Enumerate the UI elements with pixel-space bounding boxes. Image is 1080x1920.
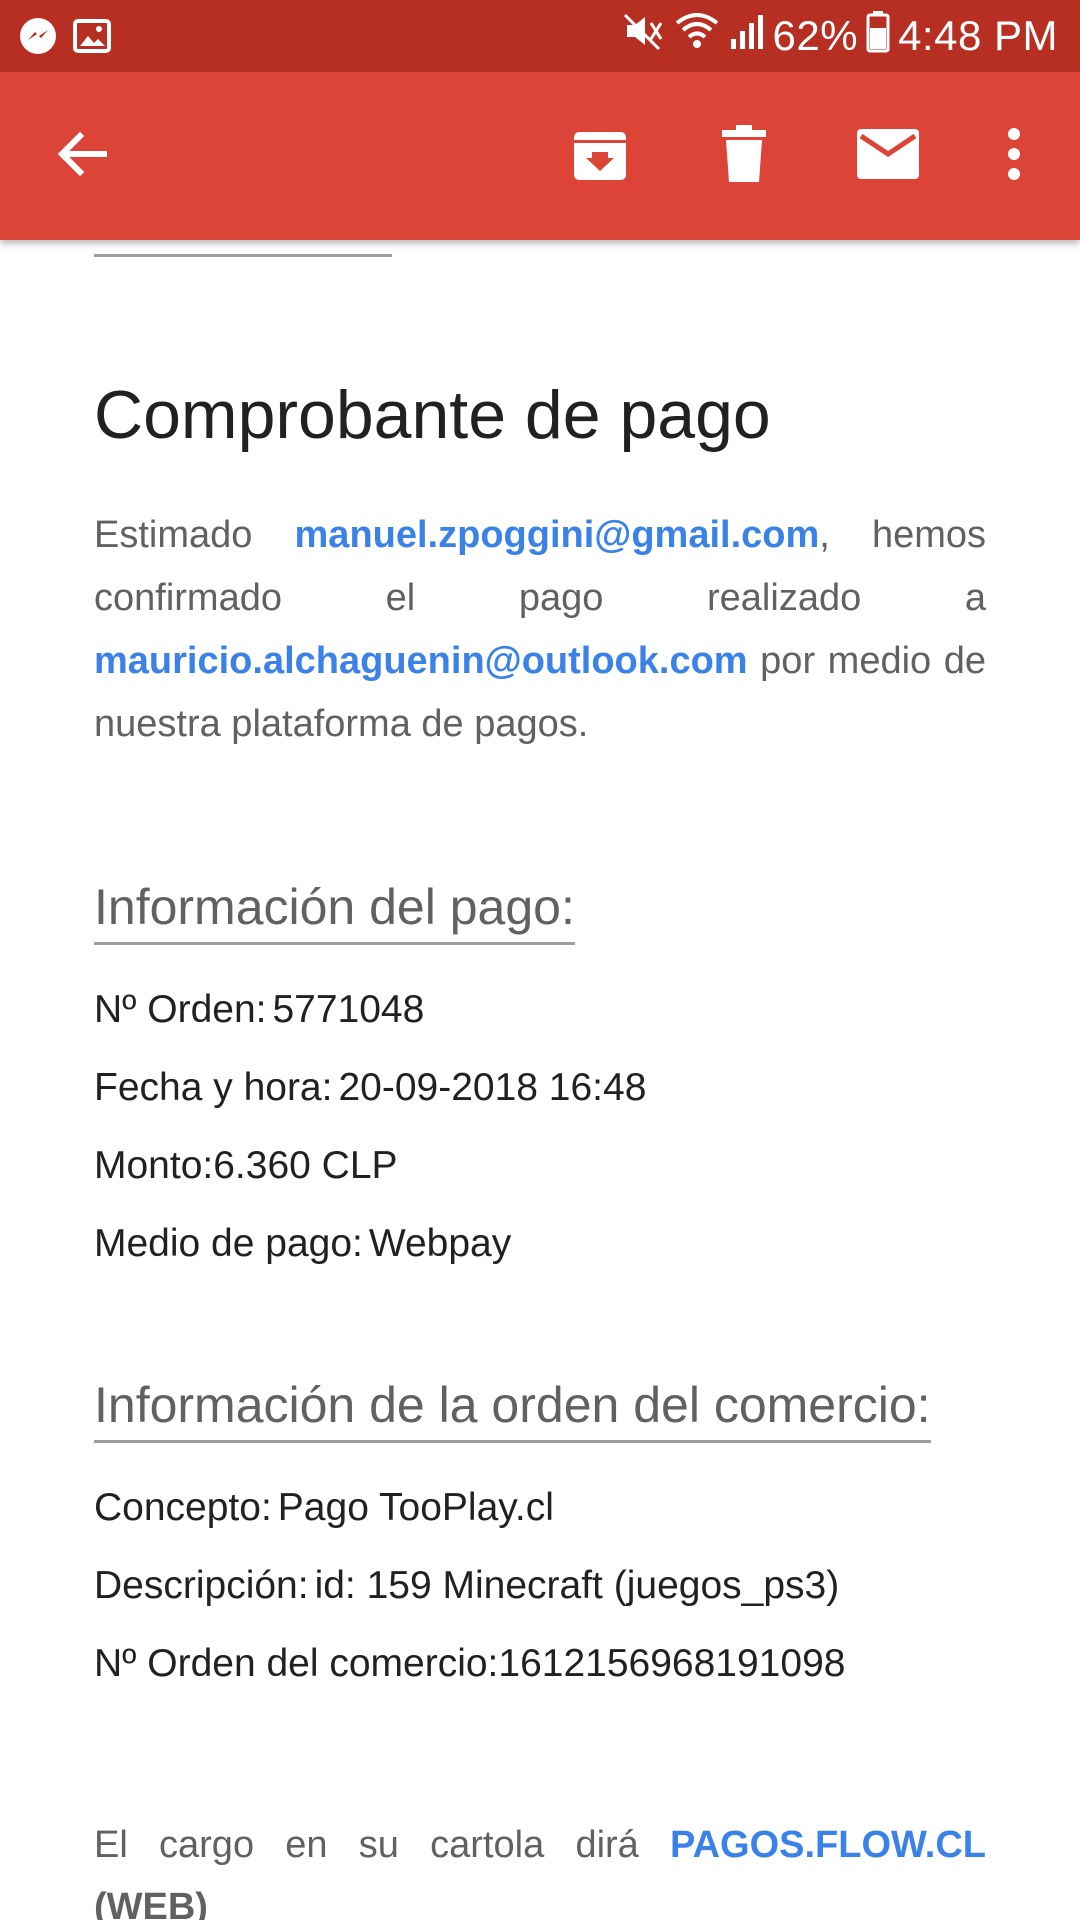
delete-icon [718, 124, 770, 189]
mark-unread-icon [856, 128, 920, 185]
row-value: id: 159 Minecraft (juegos_ps3) [314, 1564, 840, 1607]
back-button[interactable] [40, 114, 124, 198]
charge-text: El cargo en su cartola dirá [94, 1824, 639, 1866]
row-label: Monto: [94, 1144, 214, 1187]
payer-email-link[interactable]: manuel.zpoggini@gmail.com [295, 514, 820, 556]
archive-button[interactable] [558, 114, 642, 198]
row-label: Fecha y hora: [94, 1066, 333, 1109]
wifi-icon [673, 9, 721, 63]
payment-row-order: Nº Orden: 5771048 [94, 988, 424, 1032]
row-value: 5771048 [272, 988, 425, 1031]
recipient-email-link[interactable]: mauricio.alchaguenin@outlook.com [94, 640, 748, 682]
delete-button[interactable] [702, 114, 786, 198]
back-arrow-icon [54, 126, 110, 187]
mark-unread-button[interactable] [846, 114, 930, 198]
row-value: Pago TooPlay.cl [277, 1486, 554, 1529]
charge-note: El cargo en su cartola dirá PAGOS.FLOW.C… [94, 1814, 986, 1920]
payment-info-heading: Información del pago: [94, 878, 575, 945]
payment-row-amount: Monto:6.360 CLP [94, 1144, 398, 1188]
row-label: Descripción: [94, 1564, 309, 1607]
archive-icon [570, 124, 630, 189]
header-divider [94, 254, 392, 257]
charge-suffix: (WEB) [94, 1886, 208, 1920]
email-title: Comprobante de pago [94, 377, 771, 453]
row-value: 1612156968191098 [498, 1642, 846, 1685]
merchant-info-heading: Información de la orden del comercio: [94, 1376, 931, 1443]
merchant-row-order: Nº Orden del comercio:1612156968191098 [94, 1642, 845, 1686]
app-bar [0, 72, 1080, 240]
status-right-icons: 62% 4:48 PM [621, 10, 1058, 62]
messenger-icon [18, 16, 58, 61]
row-label: Nº Orden del comercio: [94, 1642, 499, 1685]
intro-text-1: Estimado [94, 514, 253, 556]
status-left-icons [18, 16, 112, 61]
merchant-row-concept: Concepto: Pago TooPlay.cl [94, 1486, 554, 1530]
battery-icon [866, 9, 890, 63]
row-value: 20-09-2018 16:48 [338, 1066, 647, 1109]
payment-row-method: Medio de pago: Webpay [94, 1222, 511, 1266]
row-value: 6.360 CLP [213, 1144, 398, 1187]
gallery-icon [72, 16, 112, 61]
row-label: Medio de pago: [94, 1222, 363, 1265]
row-label: Concepto: [94, 1486, 272, 1529]
row-value: Webpay [368, 1222, 512, 1265]
row-label: Nº Orden: [94, 988, 267, 1031]
more-options-button[interactable] [972, 114, 1056, 198]
signal-icon [729, 9, 765, 63]
merchant-row-description: Descripción: id: 159 Minecraft (juegos_ps… [94, 1564, 839, 1608]
email-body: Comprobante de pago Estimado manuel.zpog… [0, 240, 1080, 1920]
intro-paragraph: Estimado manuel.zpoggini@gmail.com, hemo… [94, 504, 986, 756]
status-time: 4:48 PM [898, 12, 1058, 59]
mute-icon [621, 9, 665, 63]
charge-link[interactable]: PAGOS.FLOW.CL [670, 1824, 986, 1866]
payment-row-date: Fecha y hora: 20-09-2018 16:48 [94, 1066, 646, 1110]
more-vert-icon [1006, 127, 1022, 185]
battery-percent: 62% [772, 12, 859, 59]
status-bar: 62% 4:48 PM [0, 0, 1080, 72]
